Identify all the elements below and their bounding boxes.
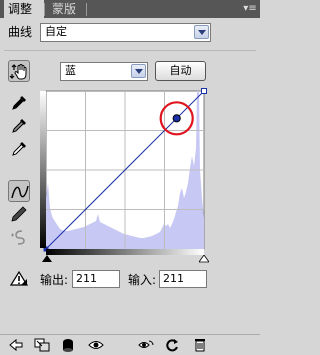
adjustments-panel: 调整 蒙版 ▾≡ 曲线 自定 蓝 自动 输出: 211 输入: 211 (0, 0, 260, 355)
divider (4, 50, 256, 51)
output-gradient-bar (40, 91, 46, 248)
clipping-warning-icon[interactable] (8, 268, 30, 290)
white-point-slider[interactable] (199, 255, 209, 263)
input-field[interactable]: 211 (159, 270, 207, 288)
black-point-slider[interactable] (42, 255, 52, 263)
chevron-down-icon[interactable] (131, 64, 146, 78)
curve-endpoint-white (201, 88, 207, 94)
input-gradient-bar (46, 249, 204, 255)
channel-value: 蓝 (65, 64, 76, 77)
auto-button[interactable]: 自动 (155, 61, 206, 81)
black-point-eyedropper-icon[interactable] (8, 92, 30, 114)
input-label: 输入: (128, 273, 157, 287)
back-arrow-icon[interactable] (8, 338, 24, 352)
curve-point-tool-icon[interactable] (8, 180, 30, 202)
output-field[interactable]: 211 (72, 270, 120, 288)
visibility-eye-icon[interactable] (88, 338, 104, 352)
white-point-eyedropper-icon[interactable] (8, 138, 30, 160)
gray-point-eyedropper-icon[interactable] (8, 115, 30, 137)
tab-strip: 调整 蒙版 ▾≡ (0, 0, 260, 18)
reset-icon[interactable] (164, 338, 180, 352)
tab-adjustments[interactable]: 调整 (4, 0, 44, 18)
view-previous-icon[interactable] (138, 338, 154, 352)
on-image-adjust-icon[interactable] (8, 60, 30, 82)
curve-control-point (172, 114, 181, 123)
preset-dropdown[interactable]: 自定 (40, 23, 211, 42)
clip-to-layer-icon[interactable] (60, 338, 76, 352)
curve-graph[interactable] (40, 88, 209, 260)
tab-masks[interactable]: 蒙版 (48, 0, 86, 18)
panel-menu-icon[interactable]: ▾≡ (243, 3, 257, 15)
smooth-icon (8, 226, 30, 248)
adjustment-type-label: 曲线 (8, 25, 33, 39)
bottom-toolbar (0, 334, 260, 355)
output-label: 输出: (40, 273, 69, 287)
layer-expand-icon[interactable] (34, 338, 50, 352)
preset-value: 自定 (45, 25, 67, 38)
trash-icon[interactable] (192, 338, 208, 352)
chevron-down-icon[interactable] (194, 25, 209, 39)
channel-dropdown[interactable]: 蓝 (60, 62, 148, 81)
tab-separator (86, 3, 87, 16)
tab-separator (44, 3, 45, 16)
pencil-draw-icon[interactable] (8, 203, 30, 225)
